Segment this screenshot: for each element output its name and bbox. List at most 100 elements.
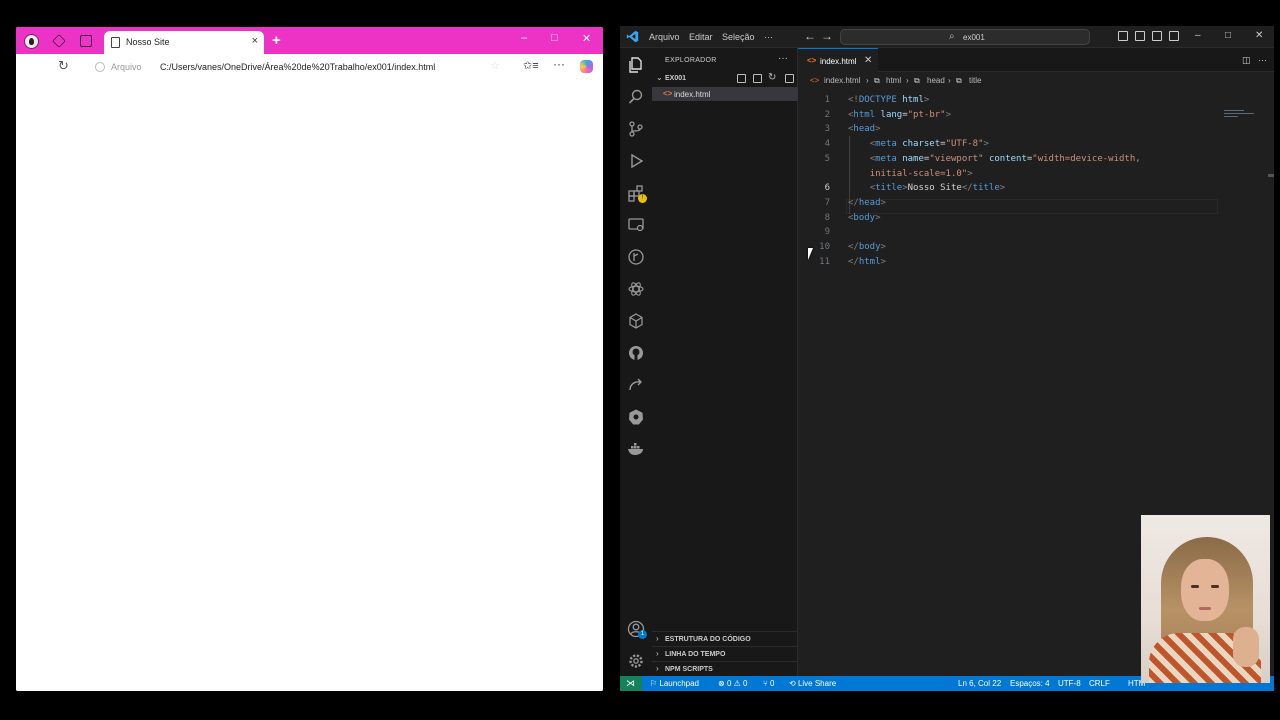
code-line[interactable]: initial-scale=1.0"> bbox=[848, 169, 973, 179]
menu-arquivo[interactable]: Arquivo bbox=[649, 32, 680, 42]
line-number: 4 bbox=[824, 139, 830, 150]
menu-more[interactable]: ··· bbox=[764, 32, 773, 42]
line-number: 6 bbox=[824, 183, 830, 194]
live-share-label: Live Share bbox=[797, 679, 837, 688]
address-bar[interactable]: C:/Users/vanes/OneDrive/Área%20de%20Trab… bbox=[160, 62, 435, 72]
reload-icon[interactable]: ↻ bbox=[58, 58, 69, 74]
explorer-more-icon[interactable]: ··· bbox=[778, 53, 788, 64]
tab-close-icon[interactable]: ✕ bbox=[864, 55, 872, 66]
forward-arrow-icon[interactable]: → bbox=[821, 29, 833, 43]
close-button[interactable]: ✕ bbox=[582, 32, 591, 45]
profile-avatar-icon[interactable] bbox=[24, 34, 39, 49]
folder-row[interactable]: ⌄ EX001 ↻ bbox=[652, 72, 798, 86]
explorer-sidebar: EXPLORADOR ··· ⌄ EX001 ↻ <> index.html ›… bbox=[652, 48, 798, 676]
problems-item[interactable]: ⊗ 0 ⚠ 0 bbox=[718, 679, 747, 688]
line-number: 2 bbox=[824, 109, 830, 120]
back-arrow-icon[interactable]: ← bbox=[804, 29, 816, 43]
tab-close-icon[interactable]: × bbox=[252, 35, 258, 47]
ports-item[interactable]: ⑂ 0 bbox=[763, 679, 774, 688]
github-icon[interactable] bbox=[627, 344, 645, 362]
launchpad-item[interactable]: ⚐ Launchpad bbox=[650, 679, 699, 688]
kubernetes-icon[interactable] bbox=[627, 408, 645, 426]
toggle-sidebar-icon[interactable] bbox=[1118, 31, 1128, 41]
browser-tab-active[interactable]: Nosso Site × bbox=[104, 31, 264, 54]
cube-icon[interactable] bbox=[627, 312, 645, 330]
extensions-icon[interactable]: ! bbox=[627, 184, 647, 203]
code-line[interactable]: <head> bbox=[848, 124, 881, 134]
explorer-icon[interactable] bbox=[627, 56, 645, 74]
breadcrumb-item[interactable]: head bbox=[927, 76, 945, 85]
minimap[interactable] bbox=[1224, 110, 1260, 122]
scrollbar[interactable] bbox=[1268, 174, 1274, 177]
code-line[interactable]: <body> bbox=[848, 213, 881, 223]
docker-icon[interactable] bbox=[627, 440, 645, 458]
run-debug-icon[interactable] bbox=[627, 152, 645, 170]
remote-explorer-icon[interactable] bbox=[627, 216, 645, 234]
remote-indicator[interactable]: ⋊ bbox=[620, 676, 642, 691]
code-line[interactable]: <meta charset="UTF-8"> bbox=[848, 139, 989, 149]
code-line[interactable]: </html> bbox=[848, 257, 886, 267]
chevron-right-icon: › bbox=[656, 649, 659, 658]
minimize-button[interactable]: – bbox=[521, 32, 527, 44]
editor-more-icon[interactable]: ··· bbox=[1258, 55, 1267, 65]
more-menu-icon[interactable]: ··· bbox=[553, 57, 565, 71]
code-line[interactable]: </head> bbox=[848, 198, 886, 208]
source-control-icon[interactable] bbox=[627, 120, 645, 138]
settings-gear-icon[interactable] bbox=[627, 652, 645, 670]
toggle-panel-icon[interactable] bbox=[1135, 31, 1145, 41]
maximize-button[interactable]: □ bbox=[551, 32, 558, 44]
customize-layout-icon[interactable] bbox=[1169, 31, 1179, 41]
breadcrumb-item[interactable]: html bbox=[886, 76, 901, 85]
ports-count: 0 bbox=[770, 679, 775, 688]
errors-count: 0 bbox=[726, 679, 732, 688]
indentation[interactable]: Espaços: 4 bbox=[1010, 679, 1050, 688]
breadcrumb-separator: › bbox=[948, 76, 951, 85]
site-info-icon[interactable] bbox=[95, 62, 105, 72]
timeline-section[interactable]: › LINHA DO TEMPO bbox=[652, 646, 798, 660]
line-ending[interactable]: CRLF bbox=[1089, 679, 1110, 688]
code-line[interactable]: <title>Nosso Site</title> bbox=[848, 183, 1005, 193]
file-item[interactable]: <> index.html bbox=[652, 87, 798, 101]
new-tab-button[interactable]: + bbox=[272, 32, 281, 49]
mouse-cursor-icon bbox=[808, 248, 818, 260]
refresh-icon[interactable]: ↻ bbox=[768, 72, 776, 83]
command-center-search[interactable]: ⌕ ex001 bbox=[840, 29, 1090, 45]
cursor-position[interactable]: Ln 6, Col 22 bbox=[958, 679, 1001, 688]
menu-selecao[interactable]: Seleção bbox=[722, 32, 755, 42]
code-line[interactable]: <html lang="pt-br"> bbox=[848, 110, 951, 120]
menu-editar[interactable]: Editar bbox=[689, 32, 713, 42]
live-share-icon[interactable] bbox=[627, 376, 645, 394]
copilot-icon[interactable] bbox=[580, 60, 593, 73]
git-graph-icon[interactable] bbox=[627, 248, 645, 266]
file-scheme-label: Arquivo bbox=[111, 62, 142, 72]
maximize-button[interactable]: □ bbox=[1225, 30, 1231, 41]
close-button[interactable]: ✕ bbox=[1255, 30, 1263, 41]
npm-scripts-section[interactable]: › NPM SCRIPTS bbox=[652, 661, 798, 675]
search-icon[interactable] bbox=[627, 88, 645, 106]
code-line[interactable]: <!DOCTYPE html> bbox=[848, 95, 929, 105]
favorites-icon[interactable]: ✩≡ bbox=[523, 59, 539, 72]
split-editor-icon[interactable]: ◫ bbox=[1242, 55, 1251, 66]
file-name: index.html bbox=[674, 90, 711, 99]
new-folder-icon[interactable] bbox=[753, 74, 762, 83]
favorite-star-icon[interactable]: ☆ bbox=[490, 59, 500, 72]
tab-actions-icon[interactable] bbox=[80, 35, 92, 47]
toggle-secondary-sidebar-icon[interactable] bbox=[1152, 31, 1162, 41]
editor-tab-active[interactable]: <> index.html ✕ bbox=[798, 48, 878, 72]
code-line[interactable]: <meta name="viewport" content="width=dev… bbox=[848, 154, 1141, 164]
react-icon[interactable] bbox=[627, 280, 645, 298]
code-line[interactable]: </body> bbox=[848, 242, 886, 252]
browser-tab-title: Nosso Site bbox=[126, 37, 170, 47]
accounts-icon[interactable]: 1 bbox=[627, 620, 647, 639]
live-share-item[interactable]: ⟲ Live Share bbox=[789, 679, 836, 688]
collapse-all-icon[interactable] bbox=[785, 74, 794, 83]
new-file-icon[interactable] bbox=[737, 74, 746, 83]
workspaces-icon[interactable] bbox=[52, 34, 66, 48]
html-file-icon: <> bbox=[810, 76, 820, 85]
breadcrumb-item[interactable]: index.html bbox=[824, 76, 860, 85]
minimize-button[interactable]: – bbox=[1195, 30, 1201, 41]
breadcrumb-item[interactable]: title bbox=[969, 76, 981, 85]
outline-section[interactable]: › ESTRUTURA DO CÓDIGO bbox=[652, 631, 798, 645]
encoding[interactable]: UTF-8 bbox=[1058, 679, 1081, 688]
line-number: 5 bbox=[824, 153, 830, 164]
